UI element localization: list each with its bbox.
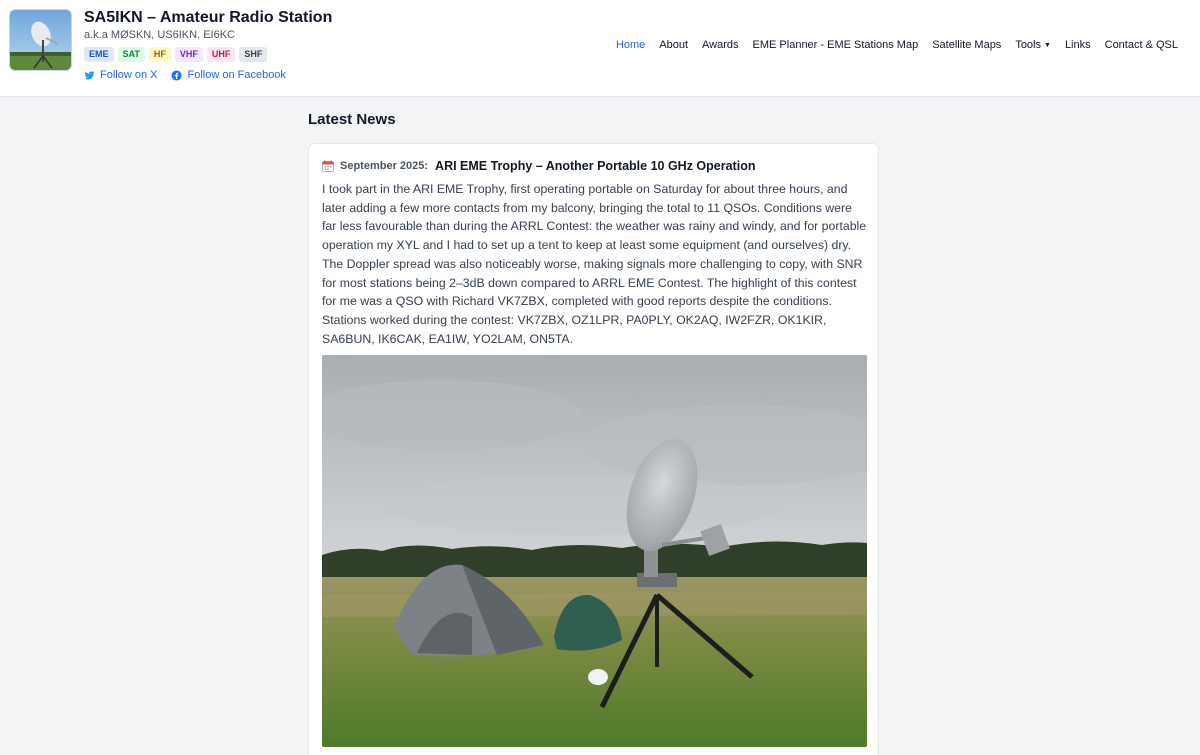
nav-tools[interactable]: Tools ▼: [1015, 39, 1051, 51]
calendar-icon: [322, 160, 334, 172]
nav-home[interactable]: Home: [616, 39, 645, 51]
badge-sat: SAT: [117, 47, 145, 62]
follow-facebook-label: Follow on Facebook: [187, 69, 286, 81]
nav-links[interactable]: Links: [1065, 39, 1091, 51]
post-date: September 2025:: [340, 160, 429, 172]
site-title[interactable]: SA5IKN – Amateur Radio Station: [84, 9, 332, 27]
twitter-bird-icon: [84, 70, 95, 80]
nav-awards[interactable]: Awards: [702, 39, 738, 51]
station-logo[interactable]: [9, 9, 72, 71]
post-photo[interactable]: [322, 355, 867, 747]
main-navigation: Home About Awards EME Planner - EME Stat…: [616, 39, 1178, 51]
nav-about[interactable]: About: [659, 39, 688, 51]
badge-uhf: UHF: [206, 47, 236, 62]
follow-x-link[interactable]: Follow on X: [84, 69, 157, 81]
callsign-aliases: a.k.a MØSKN, US6IKN, EI6KC: [84, 29, 235, 41]
chevron-down-icon: ▼: [1044, 42, 1051, 49]
badge-eme: EME: [84, 47, 114, 62]
section-title: Latest News: [308, 111, 396, 128]
site-header: SA5IKN – Amateur Radio Station a.k.a MØS…: [0, 0, 1200, 97]
post-header: September 2025: ARI EME Trophy – Another…: [322, 159, 755, 173]
nav-tools-label: Tools: [1015, 39, 1041, 51]
facebook-icon: [171, 69, 183, 81]
social-links: Follow on X Follow on Facebook: [84, 69, 286, 81]
nav-eme-planner[interactable]: EME Planner - EME Stations Map: [753, 39, 919, 51]
nav-contact-qsl[interactable]: Contact & QSL: [1105, 39, 1178, 51]
band-badges: EME SAT HF VHF UHF SHF: [84, 47, 268, 62]
follow-facebook-link[interactable]: Follow on Facebook: [171, 69, 286, 81]
nav-satellite-maps[interactable]: Satellite Maps: [932, 39, 1001, 51]
badge-hf: HF: [148, 47, 171, 62]
badge-shf: SHF: [239, 47, 268, 62]
news-post-card: September 2025: ARI EME Trophy – Another…: [308, 143, 879, 755]
post-title[interactable]: ARI EME Trophy – Another Portable 10 GHz…: [435, 159, 755, 173]
badge-vhf: VHF: [174, 47, 203, 62]
follow-x-label: Follow on X: [100, 69, 158, 81]
post-body: I took part in the ARI EME Trophy, first…: [322, 182, 867, 346]
